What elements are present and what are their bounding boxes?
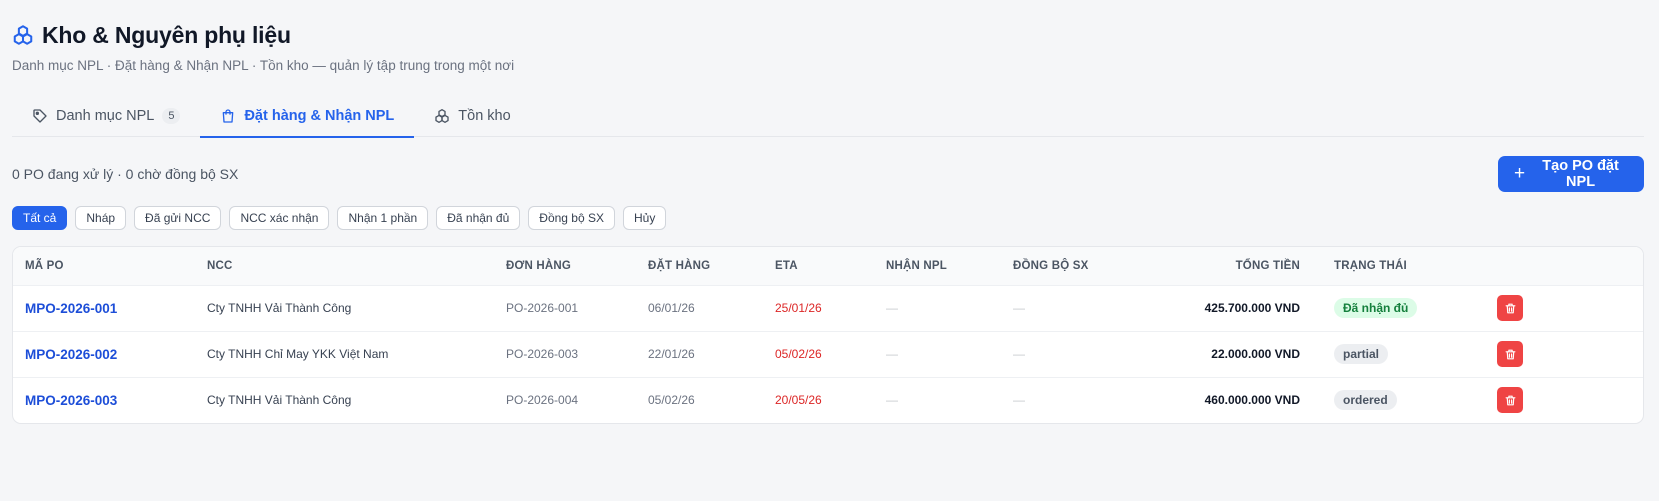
tab-dat-hang-nhan-npl[interactable]: Đặt hàng & Nhận NPL	[200, 95, 415, 138]
create-po-label: Tạo PO đặt NPL	[1542, 158, 1619, 190]
filter-partial-received[interactable]: Nhận 1 phần	[337, 206, 429, 230]
tab-label: Tồn kho	[458, 108, 511, 124]
status-cell: ordered	[1312, 377, 1462, 423]
tab-label: Danh mục NPL	[56, 108, 155, 124]
sync-cell: —	[1013, 347, 1025, 361]
ordered-date-cell: 05/02/26	[648, 393, 695, 408]
filter-supplier-confirmed[interactable]: NCC xác nhận	[229, 206, 330, 230]
order-cell: PO-2026-003	[506, 347, 579, 361]
ordered-date-cell: 22/01/26	[648, 347, 695, 361]
col-header-ordered-date: ĐẶT HÀNG	[648, 259, 711, 272]
shopping-bag-icon	[220, 108, 236, 124]
page-title: Kho & Nguyên phụ liệu	[42, 21, 291, 48]
trash-icon	[1505, 349, 1515, 359]
status-cell: Đã nhận đủ	[1312, 285, 1462, 331]
eta-cell: 20/05/26	[775, 393, 822, 408]
status-badge: ordered	[1334, 390, 1397, 411]
total-cell: 425.700.000 VND	[1204, 301, 1300, 315]
received-cell: —	[886, 393, 898, 408]
page-subtitle: Danh mục NPL · Đặt hàng & Nhận NPL · Tồn…	[12, 58, 515, 73]
col-header-total: TỔNG TIỀN	[1235, 259, 1300, 272]
toolbar: 0 PO đang xử lý · 0 chờ đồng bộ SX + Tạo…	[12, 156, 1644, 192]
trash-icon	[1505, 395, 1515, 406]
delete-button[interactable]	[1497, 387, 1523, 414]
filter-draft[interactable]: Nháp	[75, 206, 127, 230]
po-table-card: MÃ PO NCC ĐƠN HÀNG ĐẶT HÀNG ETA NHẬN NPL…	[12, 246, 1644, 424]
filter-fully-received[interactable]: Đã nhận đủ	[436, 206, 521, 230]
eta-cell: 25/01/26	[775, 301, 822, 315]
po-table: MÃ PO NCC ĐƠN HÀNG ĐẶT HÀNG ETA NHẬN NPL…	[13, 247, 1643, 423]
col-header-status: TRẠNG THÁI	[1334, 259, 1407, 272]
order-cell: PO-2026-001	[506, 301, 579, 315]
col-header-sync: ĐỒNG BỘ SX	[1013, 259, 1089, 272]
col-header-order: ĐƠN HÀNG	[506, 259, 572, 272]
table-row[interactable]: MPO-2026-002 Cty TNHH Chỉ May YKK Việt N…	[13, 331, 1643, 377]
po-code-link[interactable]: MPO-2026-003	[13, 377, 195, 423]
page: Kho & Nguyên phụ liệu Danh mục NPL · Đặt…	[12, 18, 1644, 424]
col-header-actions	[1462, 247, 1643, 285]
total-cell: 460.000.000 VND	[1204, 393, 1300, 408]
eta-cell: 05/02/26	[775, 347, 822, 361]
trash-icon	[1505, 303, 1515, 313]
sync-cell: —	[1013, 301, 1025, 315]
page-header: Kho & Nguyên phụ liệu	[12, 18, 1644, 52]
status-badge: partial	[1334, 344, 1389, 364]
po-code-link[interactable]: MPO-2026-002	[13, 331, 195, 377]
po-code-link[interactable]: MPO-2026-001	[13, 285, 195, 331]
status-cell: partial	[1312, 331, 1462, 377]
delete-button[interactable]	[1497, 341, 1523, 367]
delete-button[interactable]	[1497, 295, 1523, 321]
filter-production-sync[interactable]: Đồng bộ SX	[528, 206, 615, 230]
plus-icon: +	[1514, 162, 1526, 184]
tab-danh-muc-npl[interactable]: Danh mục NPL 5	[12, 95, 200, 137]
table-row[interactable]: MPO-2026-003 Cty TNHH Vải Thành Công PO-…	[13, 377, 1643, 423]
col-header-po: MÃ PO	[25, 259, 64, 272]
actions-cell	[1462, 285, 1643, 331]
supplier-cell: Cty TNHH Vải Thành Công	[207, 393, 352, 408]
table-header-row: MÃ PO NCC ĐƠN HÀNG ĐẶT HÀNG ETA NHẬN NPL…	[13, 247, 1643, 285]
ordered-date-cell: 06/01/26	[648, 301, 695, 315]
order-cell: PO-2026-004	[506, 393, 579, 408]
total-cell: 22.000.000 VND	[1211, 347, 1300, 361]
actions-cell	[1462, 377, 1643, 423]
sync-cell: —	[1013, 393, 1025, 408]
tab-label: Đặt hàng & Nhận NPL	[244, 108, 395, 124]
col-header-received: NHẬN NPL	[886, 259, 948, 272]
tab-ton-kho[interactable]: Tồn kho	[414, 95, 530, 137]
status-filters: Tất cả Nháp Đã gửi NCC NCC xác nhận Nhận…	[12, 206, 1644, 230]
table-row[interactable]: MPO-2026-001 Cty TNHH Vải Thành Công PO-…	[13, 285, 1643, 331]
status-badge: Đã nhận đủ	[1334, 298, 1418, 318]
tab-bar: Danh mục NPL 5 Đặt hàng & Nhận NPL Tồn k…	[12, 95, 1644, 138]
boxes-icon	[434, 108, 450, 124]
received-cell: —	[886, 347, 898, 361]
boxes-icon	[12, 24, 34, 46]
filter-all[interactable]: Tất cả	[12, 206, 68, 230]
supplier-cell: Cty TNHH Vải Thành Công	[207, 301, 352, 315]
received-cell: —	[886, 301, 898, 315]
actions-cell	[1462, 331, 1643, 377]
tag-icon	[32, 108, 48, 124]
po-summary: 0 PO đang xử lý · 0 chờ đồng bộ SX	[12, 166, 239, 182]
filter-sent-supplier[interactable]: Đã gửi NCC	[134, 206, 222, 230]
col-header-supplier: NCC	[207, 259, 233, 272]
supplier-cell: Cty TNHH Chỉ May YKK Việt Nam	[207, 347, 389, 361]
tab-count-badge: 5	[162, 108, 181, 124]
filter-cancelled[interactable]: Hủy	[623, 206, 667, 230]
create-po-button[interactable]: + Tạo PO đặt NPL	[1498, 156, 1644, 192]
col-header-eta: ETA	[775, 259, 798, 272]
